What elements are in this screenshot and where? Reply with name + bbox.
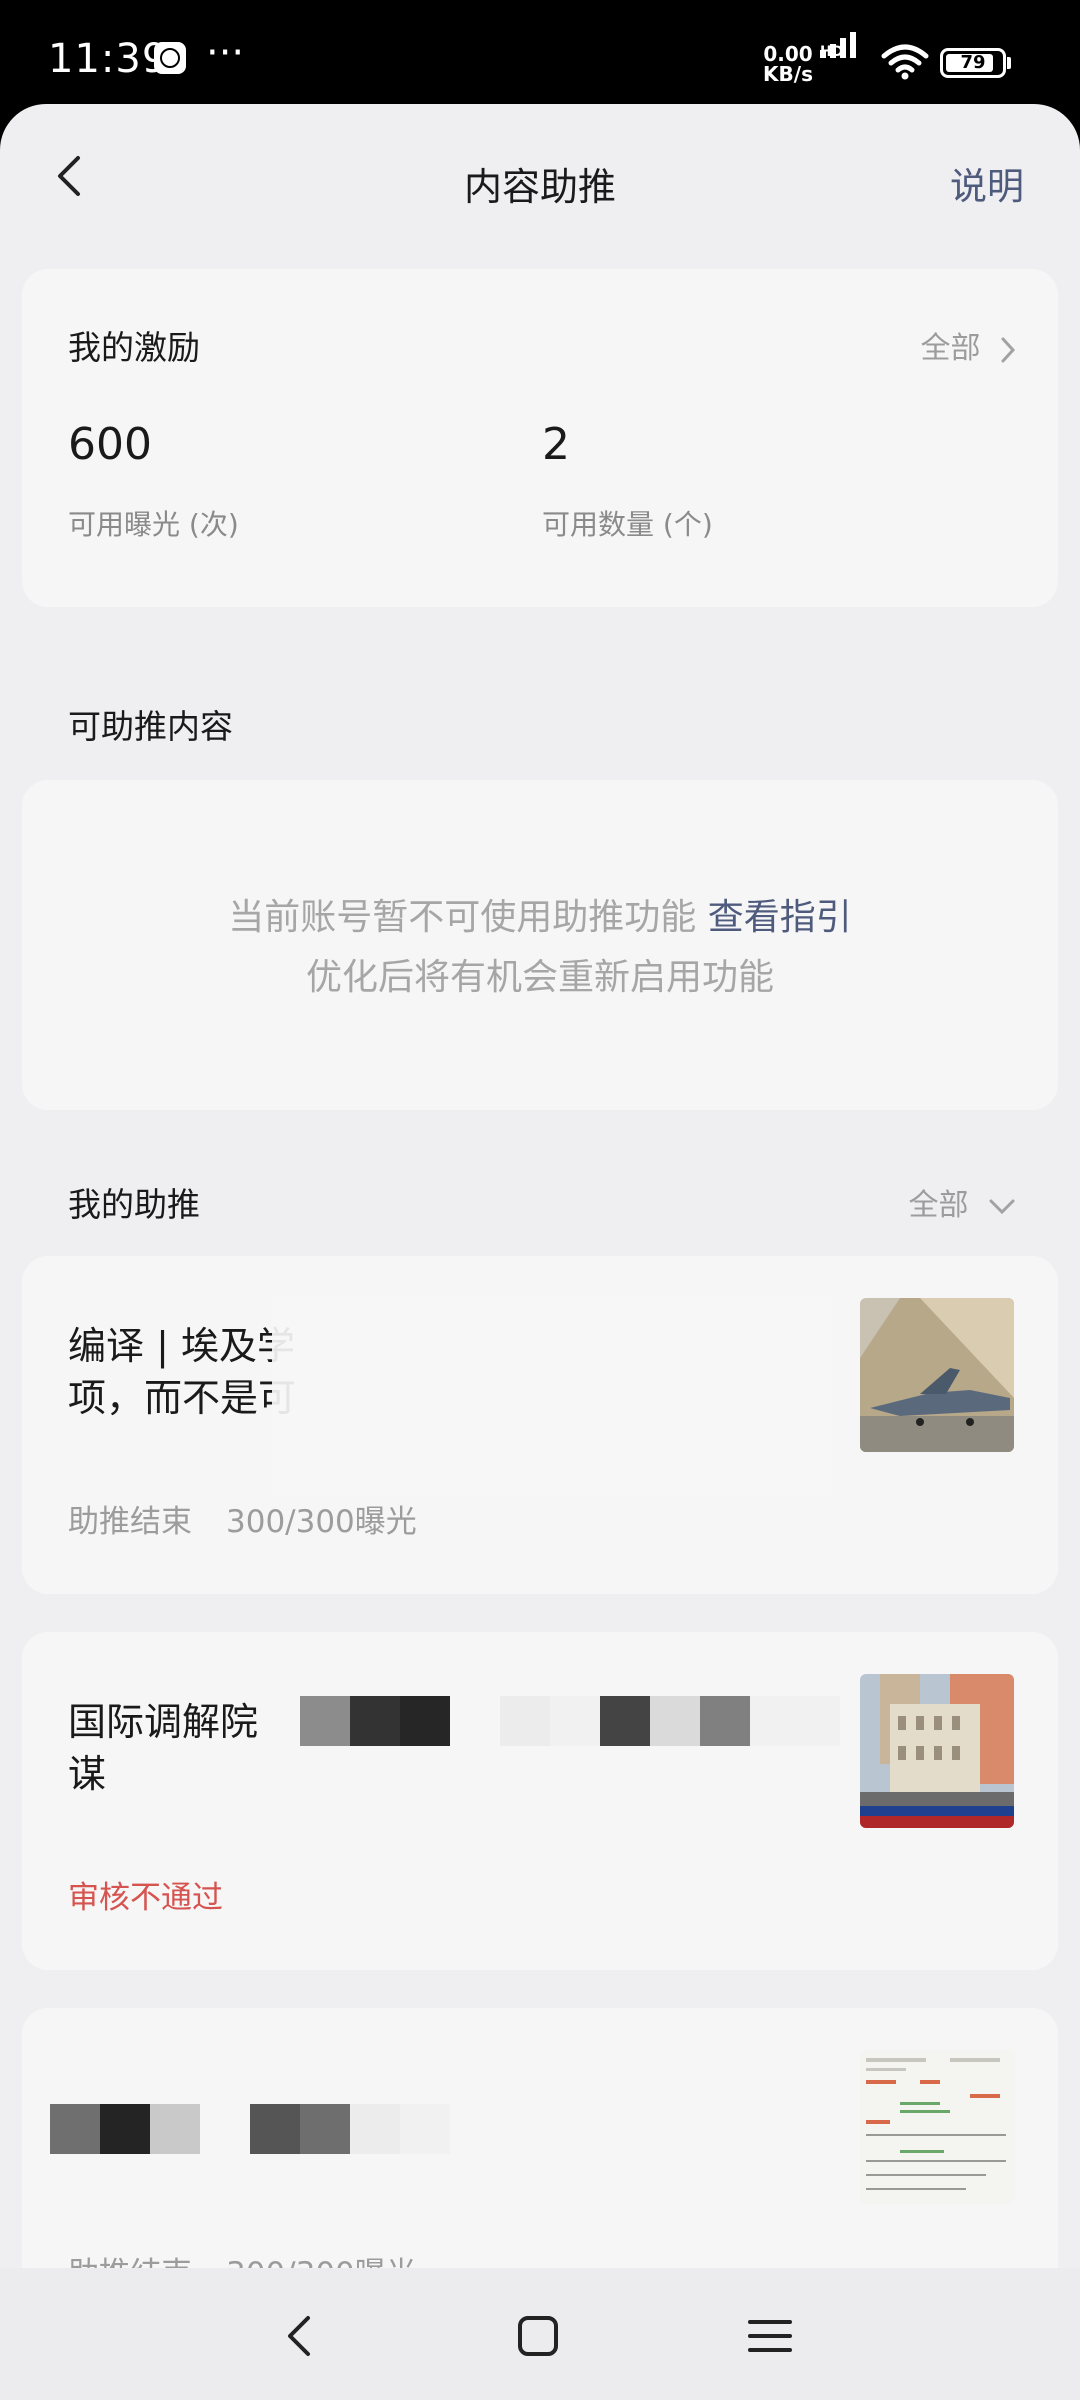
push-item[interactable]: 国际调解院 谋 审核不通过 [22,1632,1058,1970]
redaction-mosaic [272,1296,832,1496]
battery-icon: 79 [940,48,1011,78]
page-title: 内容助推 [463,165,616,209]
incentive-card: 我的激励 全部 600 可用曝光 (次) 2 可用数量 (个) [22,269,1058,607]
push-item-progress: 300/300曝光 [226,1504,417,1540]
square-home-icon[interactable] [508,2306,568,2366]
status-time: 11:39 [48,36,169,82]
top-nav: 内容助推 说明 [0,104,1080,254]
more-notifications-indicator: ··· [206,30,245,76]
my-pushes-filter[interactable]: 全部 [908,1180,1016,1224]
push-item-title-line2: 谋 [68,1752,107,1796]
push-item-thumbnail [860,1674,1014,1828]
explain-link[interactable]: 说明 [950,156,1024,210]
available-count-value: 2 [542,419,570,470]
push-item-thumbnail [860,2050,1014,2204]
push-item-status: 助推结束 300/300曝光 [68,1496,417,1541]
redaction-mosaic [300,1696,840,1746]
push-item-thumbnail [860,1298,1014,1452]
network-speed-unit: KB/s [763,62,813,86]
eligible-notice-card: 当前账号暂不可使用助推功能 查看指引 优化后将有机会重新启用功能 [22,780,1058,1110]
incentive-all-label: 全部 [920,331,981,366]
eligible-notice-line2: 优化后将有机会重新启用功能 [305,957,774,998]
status-bar: 11:39 ··· 0.00 KB/s HD 79 [0,0,1080,104]
available-exposure-label: 可用曝光 (次) [68,508,239,541]
battery-level: 79 [960,52,986,73]
my-pushes-title: 我的助推 [68,1185,200,1224]
hamburger-menu-icon[interactable] [740,2306,800,2366]
network-speed-value: 0.00 [763,42,813,66]
clock-app-icon [154,42,186,74]
push-item-status-label: 审核不通过 [68,1880,223,1916]
available-count-label: 可用数量 (个) [542,508,713,541]
push-item[interactable]: 编译 | 埃及学 项，而不是可 助推结束 300/300曝光 [22,1256,1058,1594]
incentive-all-link[interactable]: 全部 [920,323,1016,367]
eligible-content-title: 可助推内容 [68,707,233,746]
eligible-notice-line1: 当前账号暂不可使用助推功能 查看指引 [22,888,1058,940]
redaction-mosaic [50,2104,450,2154]
system-navigation-bar [0,2268,1080,2400]
incentive-title: 我的激励 [68,328,200,367]
wifi-icon [881,44,929,80]
chevron-right-icon [1001,337,1016,362]
available-exposure-value: 600 [68,419,152,470]
my-pushes-filter-label: 全部 [908,1188,969,1223]
network-speed: 0.00 KB/s [762,44,814,84]
chevron-down-icon [989,1199,1015,1214]
back-nav-icon[interactable] [270,2306,330,2366]
view-guide-link[interactable]: 查看指引 [708,897,852,938]
eligible-notice-text: 当前账号暂不可使用助推功能 [228,897,697,938]
app-sheet: 内容助推 说明 我的激励 全部 600 可用曝光 (次) 2 可用数量 (个) … [0,104,1080,2400]
push-item-status-label: 助推结束 [68,1504,192,1540]
push-item-status: 审核不通过 [68,1872,223,1917]
